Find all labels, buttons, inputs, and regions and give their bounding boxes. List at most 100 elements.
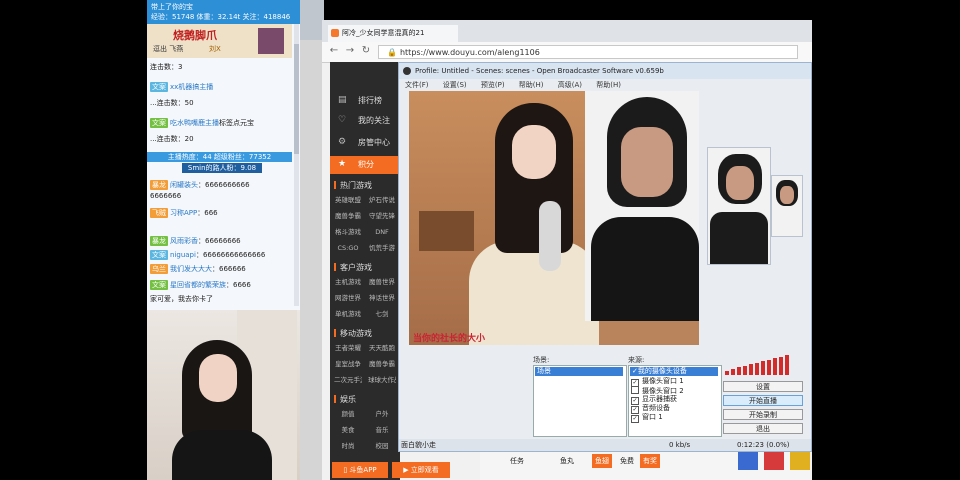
source-item[interactable]: ✓ 摄像头窗口 1 <box>631 377 684 387</box>
tag[interactable]: 守望先锋 <box>368 210 396 222</box>
tag[interactable]: 音乐 <box>368 424 396 436</box>
chat-username[interactable]: niguapi <box>170 251 196 259</box>
menu-help-2[interactable]: 帮助(H) <box>596 81 621 89</box>
arrow-left-icon[interactable]: ← <box>328 45 340 57</box>
start-streaming-button[interactable]: 开始直播 <box>723 395 803 406</box>
chat-message: 暴龙 风雨彩香：66666666 <box>150 236 241 246</box>
meter-bar <box>731 369 735 375</box>
chat-username[interactable]: 吃水鸭嘴鹿主播 <box>170 119 219 127</box>
scene-item[interactable]: 场景 <box>535 367 623 376</box>
tag[interactable]: 王者荣耀 <box>334 342 362 354</box>
menu-help[interactable]: 帮助(H) <box>519 81 544 89</box>
tag[interactable]: CS:GO <box>334 242 362 254</box>
fishball-link[interactable]: 鱼丸 <box>560 454 574 468</box>
chat-message: 文案 xx机器搞主播 <box>150 82 294 94</box>
exit-button[interactable]: 退出 <box>723 423 803 434</box>
free-link[interactable]: 免费 <box>620 454 634 468</box>
chat-username[interactable]: 我们发大大大 <box>170 265 212 273</box>
tag[interactable]: 时尚 <box>334 440 362 452</box>
scenes-list[interactable]: 场景 <box>533 365 627 437</box>
arrow-right-icon[interactable]: → <box>344 45 356 57</box>
user-badge: 文案 <box>150 280 168 290</box>
source-checkbox[interactable]: ✓ <box>631 415 639 423</box>
watch-now-button[interactable]: ▶ 立即观看 <box>392 462 450 478</box>
chat-username[interactable]: xx机器搞主播 <box>170 83 213 91</box>
chat-message: 连击数：3 <box>150 63 183 71</box>
meter-bar <box>785 355 789 375</box>
tag[interactable]: 主机游戏 <box>334 276 362 288</box>
chat-banner[interactable]: 烧鹅脚爪 逗出 飞燕 刘X <box>147 24 292 58</box>
tag[interactable]: 英雄联盟 <box>334 194 362 206</box>
sidebar-item-room-center[interactable]: ⚙ 房管中心 <box>330 134 400 152</box>
tag[interactable]: 魔兽争霸 <box>334 210 362 222</box>
reload-icon[interactable]: ↻ <box>360 45 372 57</box>
background-window-strip <box>300 0 322 480</box>
start-recording-button[interactable]: 开始录制 <box>723 409 803 420</box>
source-item-selected[interactable]: ✓我的摄像头设备 <box>630 367 718 376</box>
chat-scrollbar[interactable] <box>294 24 299 306</box>
douyu-app-button[interactable]: ▯ 斗鱼APP <box>332 462 388 478</box>
plane-icon[interactable] <box>790 450 810 470</box>
meter-bar <box>749 364 753 375</box>
browser-tab[interactable]: 阿冷_少女同学意混真的21 <box>328 25 458 42</box>
chat-message: 6666666 <box>150 192 182 200</box>
address-text: https://www.douyu.com/aleng1106 <box>399 48 540 57</box>
fishfin-link[interactable]: 鱼翅 <box>592 454 612 468</box>
sidebar-item-label: 积分 <box>358 160 374 169</box>
gift-icon[interactable] <box>738 450 758 470</box>
preview-man-body <box>591 217 699 321</box>
chat-username[interactable]: 风雨彩香 <box>170 237 198 245</box>
chat-username[interactable]: 闲罐装头 <box>170 181 198 189</box>
chat-scrollbar-thumb[interactable] <box>294 44 299 154</box>
sidebar-item-points[interactable]: ★ 积分 <box>330 156 400 174</box>
tag[interactable]: 球球大作战 <box>368 374 396 386</box>
tag[interactable]: 神话世界 <box>368 292 396 304</box>
obs-logo-icon <box>403 67 411 75</box>
tag[interactable]: 魔兽世界 <box>368 276 396 288</box>
source-item[interactable]: ✓ 音频设备 <box>631 404 670 414</box>
chat-message: 乌兰 我们发大大大：666666 <box>150 264 246 274</box>
tag[interactable]: 美食 <box>334 424 362 436</box>
menu-settings[interactable]: 设置(S) <box>443 81 467 89</box>
source-item[interactable]: ✓ 窗口 1 <box>631 413 663 423</box>
menu-preview[interactable]: 预览(P) <box>481 81 505 89</box>
sidebar-item-label: 我的关注 <box>358 116 390 125</box>
rocket-icon[interactable] <box>764 450 784 470</box>
preview-girl-body <box>469 241 599 345</box>
chat-username[interactable]: 星回省都的繁荣族 <box>170 281 226 289</box>
sources-list[interactable]: ✓我的摄像头设备 ✓ 摄像头窗口 1 摄像头窗口 2 ✓ 显示器捕获 ✓ 音频设备 ✓… <box>628 365 722 437</box>
source-item[interactable]: ✓ 显示器捕获 <box>631 395 677 405</box>
tag[interactable]: 饥荒手游 <box>368 242 396 254</box>
tag[interactable]: 校园 <box>368 440 396 452</box>
tag[interactable]: 炉石传说 <box>368 194 396 206</box>
tag[interactable]: 七剑 <box>368 308 396 320</box>
menu-advanced[interactable]: 高级(A) <box>558 81 582 89</box>
tag[interactable]: 皇室战争 <box>334 358 362 370</box>
menu-file[interactable]: 文件(F) <box>405 81 429 89</box>
source-checkbox[interactable] <box>631 386 639 394</box>
gift-popup: Smin的路人粉：9.08 <box>182 163 262 173</box>
tag[interactable]: DNF <box>368 226 396 238</box>
tag[interactable]: 天天酷跑 <box>368 342 396 354</box>
scenes-label: 场景: <box>533 356 550 364</box>
tag[interactable]: 网游世界 <box>334 292 362 304</box>
prize-link[interactable]: 有奖 <box>640 454 660 468</box>
banner-image <box>258 28 284 54</box>
source-item[interactable]: 摄像头窗口 2 <box>631 386 684 395</box>
tag[interactable]: 颜值 <box>334 408 362 420</box>
chat-username[interactable]: 习称APP <box>170 209 197 217</box>
sidebar-item-ranking[interactable]: ▤ 排行榜 <box>330 92 400 110</box>
tag[interactable]: 格斗游戏 <box>334 226 362 238</box>
obs-settings-button[interactable]: 设置 <box>723 381 803 392</box>
tag[interactable]: 二次元手游 <box>334 374 362 386</box>
address-bar[interactable]: 🔒 https://www.douyu.com/aleng1106 <box>378 45 798 59</box>
douyu-sidebar: ▤ 排行榜 ♡ 我的关注 ⚙ 房管中心 ★ 积分 热门游戏 英雄联盟 炉石传说 魔兽争霸… <box>330 62 400 480</box>
task-link[interactable]: 任务 <box>510 454 524 468</box>
webcam-person-face <box>199 354 237 402</box>
user-badge: 乌兰 <box>150 264 168 274</box>
mini-face <box>780 186 794 204</box>
tag[interactable]: 魔兽争霸 <box>368 358 396 370</box>
tag[interactable]: 户外 <box>368 408 396 420</box>
sidebar-item-follow[interactable]: ♡ 我的关注 <box>330 112 400 130</box>
tag[interactable]: 单机游戏 <box>334 308 362 320</box>
